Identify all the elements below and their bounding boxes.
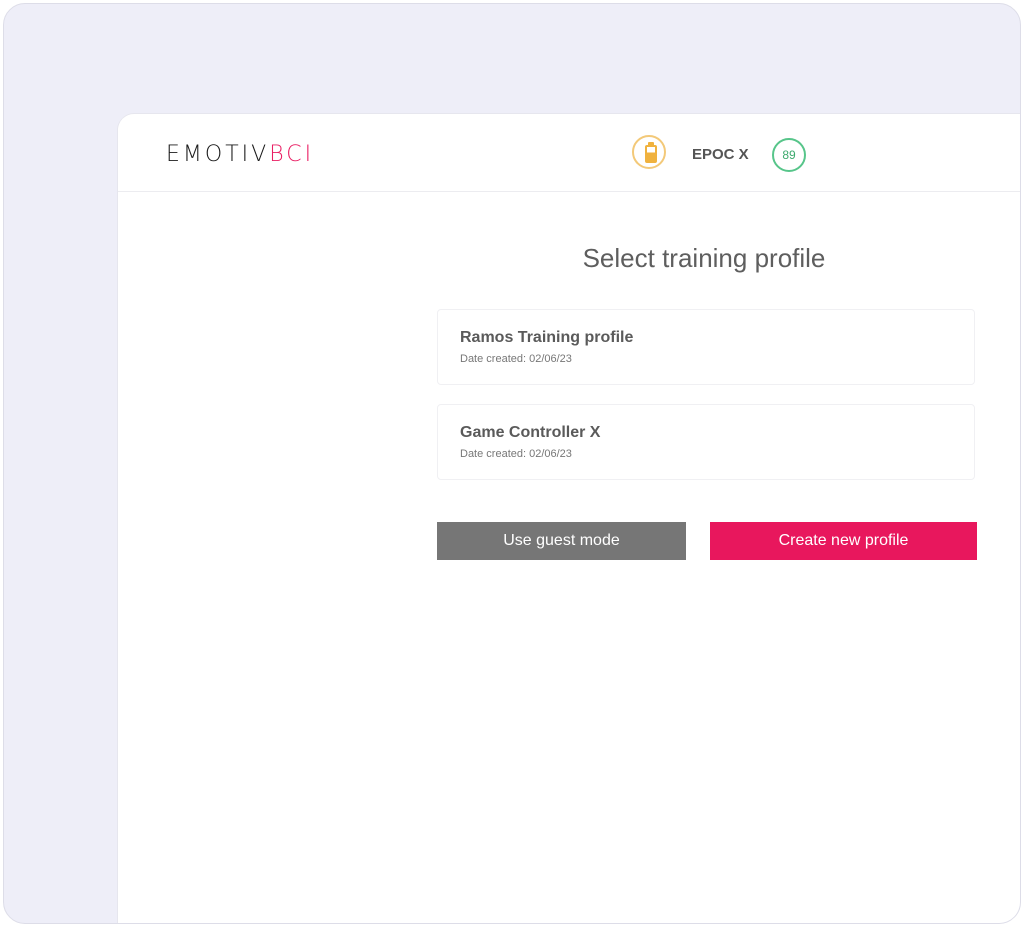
profile-name: Game Controller X — [460, 424, 601, 441]
profile-name: Ramos Training profile — [460, 329, 634, 346]
device-name: EPOC X — [692, 146, 749, 163]
battery-icon[interactable] — [632, 135, 666, 169]
logo-main-text: EMOTIV — [166, 142, 270, 167]
signal-quality-badge[interactable]: 89 — [772, 138, 806, 172]
profile-card[interactable]: Ramos Training profile Date created: 02/… — [437, 309, 975, 385]
emotiv-bci-logo: EMOTIVBCI — [166, 142, 314, 168]
create-new-profile-button[interactable]: Create new profile — [710, 522, 977, 560]
window-frame: EMOTIVBCI EPOC X 89 Select training prof… — [3, 3, 1021, 924]
use-guest-mode-button[interactable]: Use guest mode — [437, 522, 686, 560]
app-window: EMOTIVBCI EPOC X 89 Select training prof… — [118, 114, 1020, 923]
page-title: Select training profile — [582, 243, 826, 273]
profile-card[interactable]: Game Controller X Date created: 02/06/23 — [437, 404, 975, 480]
logo-accent-text: BCI — [269, 142, 315, 167]
top-bar: EMOTIVBCI EPOC X 89 — [118, 114, 1020, 192]
profile-date: Date created: 02/06/23 — [460, 353, 572, 365]
profile-date: Date created: 02/06/23 — [460, 448, 572, 460]
